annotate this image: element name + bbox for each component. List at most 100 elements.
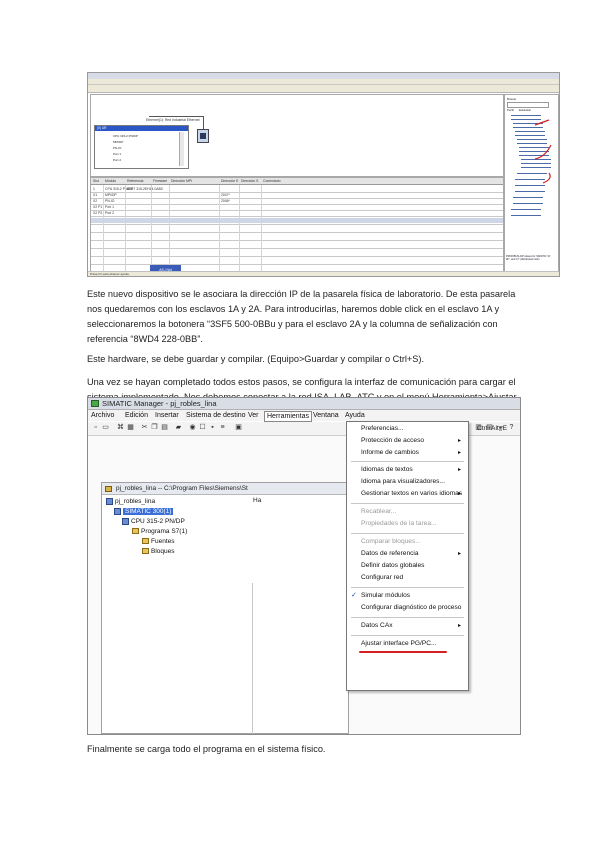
tree-item-project[interactable]: pj_robles_lina [106, 497, 155, 506]
table-cell: X2 [93, 199, 98, 203]
network-label: Ethernet(1): Red Industrial Ethernet [146, 118, 200, 122]
tree-item-cpu[interactable]: CPU 315-2 PN/DP [122, 517, 185, 526]
folder-icon [142, 548, 149, 555]
menu-item-preferencias[interactable]: Preferencias... Ctrl+Alt+E [347, 423, 507, 435]
menu-item-gestionar-textos[interactable]: Gestionar textos en varios idiomas ▸ [347, 488, 468, 500]
rack-window: (0) UR CPU 315-2 PN/DP MPI/DP PN-IO Port… [94, 125, 189, 169]
shortcut-text: Ctrl+Alt+E [476, 425, 507, 432]
menu-ventana[interactable]: Ventana [313, 410, 339, 421]
project-icon [106, 497, 113, 505]
details-icon[interactable]: ≡ [218, 424, 227, 432]
menu-item-idioma-visualizadores[interactable]: Idioma para visualizadores... [347, 476, 468, 488]
menu-item-configurar-red[interactable]: Configurar red [347, 572, 468, 584]
menu-separator [351, 503, 464, 504]
menu-item-idiomas-textos[interactable]: Idiomas de textos ▸ [347, 464, 468, 476]
table-cell: Port 2 [105, 211, 115, 215]
project-window: pj_robles_lina -- C:\Program Files\Sieme… [101, 482, 349, 734]
menu-separator [351, 533, 464, 534]
submenu-arrow-icon: ▸ [457, 491, 461, 497]
menu-item-diagnostico-proceso[interactable]: Configurar diagnóstico de proceso [347, 602, 468, 614]
table-cell: X2 P1 [93, 205, 103, 209]
offline-icon[interactable]: ☐ [198, 424, 207, 432]
col-slot: Slot [93, 179, 99, 183]
copy-icon[interactable]: ❐ [150, 424, 159, 432]
selected-row[interactable] [91, 218, 503, 223]
table-cell: 6ES7 315-2EH14-0AB0 [127, 187, 163, 191]
menu-item-simular-modulos[interactable]: ✓ Simular módulos [347, 590, 468, 602]
station-view: Ethernet(1): Red Industrial Ethernet (0)… [90, 94, 504, 177]
menu-item-comparar-bloques[interactable]: Comparar bloques... [347, 536, 468, 548]
tree-item-station[interactable]: SIMATIC 300(1) [114, 507, 174, 516]
module-detail-table: Slot Módulo Referencia Firmware Direcció… [90, 177, 504, 272]
rack-row: PN-IO [113, 146, 122, 150]
menu-item-ajustar-interface[interactable]: Ajustar interface PG/PC... [347, 638, 468, 650]
col-mpi: Dirección MPI [171, 179, 193, 183]
pane-splitter[interactable] [252, 583, 253, 734]
app-icon [91, 400, 99, 407]
tree-item-program[interactable]: Programa S7(1) [132, 527, 187, 536]
submenu-arrow-icon: ▸ [457, 450, 461, 456]
rack-scrollbar[interactable] [179, 132, 184, 166]
table-cell: PN-IO [105, 199, 115, 203]
menu-ver[interactable]: Ver [248, 410, 259, 421]
menu-edicion[interactable]: Edición [125, 410, 148, 421]
rack-window-title: (0) UR [95, 126, 188, 131]
menu-separator [351, 587, 464, 588]
checkmark-icon: ✓ [351, 592, 357, 599]
station-icon [114, 507, 121, 515]
table-cell: 2047* [221, 193, 230, 197]
accessible-nodes-icon[interactable]: ▦ [126, 424, 135, 432]
paragraph-intro: Este nuevo dispositivo se le asociara la… [87, 289, 516, 344]
menu-item-datos-cax[interactable]: Datos CAx ▸ [347, 620, 468, 632]
menu-insertar[interactable]: Insertar [155, 410, 179, 421]
online-icon[interactable]: ◉ [188, 424, 197, 432]
paste-icon[interactable]: ▤ [160, 424, 169, 432]
catalog-footer: PROFIBUS-DP slaves for SIMATIC S7, M7, a… [506, 255, 552, 261]
submenu-arrow-icon: ▸ [457, 623, 461, 629]
menu-separator [351, 635, 464, 636]
menu-separator [351, 617, 464, 618]
red-underline-ajustar-interface [359, 651, 447, 653]
toolbar [88, 85, 559, 93]
col-input: Dirección E [221, 179, 239, 183]
table-cell: 2046* [221, 199, 230, 203]
network-icon[interactable]: ⌘ [116, 424, 125, 432]
menu-item-proteccion-acceso[interactable]: Protección de acceso ▸ [347, 435, 468, 447]
new-icon[interactable]: ▫ [91, 424, 100, 432]
open-icon[interactable]: ▭ [101, 424, 110, 432]
menu-item-datos-referencia[interactable]: Datos de referencia ▸ [347, 548, 468, 560]
menu-ayuda[interactable]: Ayuda [345, 410, 365, 421]
table-cell: X2 P2 [93, 211, 103, 215]
menu-separator [351, 461, 464, 462]
red-annotation-arrows [534, 119, 552, 184]
herramientas-dropdown: Preferencias... Ctrl+Alt+E Protección de … [346, 421, 507, 691]
right-pane-label: Ha [253, 497, 262, 504]
submenu-arrow-icon: ▸ [457, 467, 461, 473]
menu-herramientas[interactable]: Herramientas [264, 411, 313, 422]
project-window-title: pj_robles_lina -- C:\Program Files\Sieme… [102, 483, 348, 495]
tree-item-sources[interactable]: Fuentes [142, 537, 175, 546]
menu-item-propiedades-tarea[interactable]: Propiedades de la tarea... [347, 518, 468, 530]
rack-row: CPU 315-2 PN/DP [113, 134, 138, 138]
download-icon[interactable]: ▰ [174, 424, 183, 432]
rack-row: Port 2 [113, 158, 122, 162]
menu-item-informe-cambios[interactable]: Informe de cambios ▸ [347, 447, 468, 459]
col-order-number: Referencia [127, 179, 144, 183]
large-icons-icon[interactable]: ▣ [234, 424, 243, 432]
window-title: SIMATIC Manager - pj_robles_lina [102, 399, 217, 408]
menu-item-datos-globales[interactable]: Definir datos globales [347, 560, 468, 572]
paragraph-save: Este hardware, se debe guardar y compila… [87, 354, 425, 364]
menu-item-recablear[interactable]: Recablear... [347, 506, 468, 518]
cut-icon[interactable]: ✂ [140, 424, 149, 432]
gateway-device-icon[interactable] [197, 129, 209, 143]
ethernet-drop [203, 117, 204, 129]
table-cell: Port 1 [105, 205, 115, 209]
tree-item-blocks[interactable]: Bloques [142, 547, 175, 556]
view-icon[interactable]: ▪ [208, 424, 217, 432]
help-icon[interactable]: ? [507, 424, 516, 432]
simatic-manager-screenshot: SIMATIC Manager - pj_robles_lina Archivo… [87, 397, 521, 735]
submenu-arrow-icon: ▸ [457, 551, 461, 557]
menu-sistema-destino[interactable]: Sistema de destino [186, 410, 246, 421]
col-firmware: Firmware [153, 179, 168, 183]
menu-archivo[interactable]: Archivo [91, 410, 114, 421]
